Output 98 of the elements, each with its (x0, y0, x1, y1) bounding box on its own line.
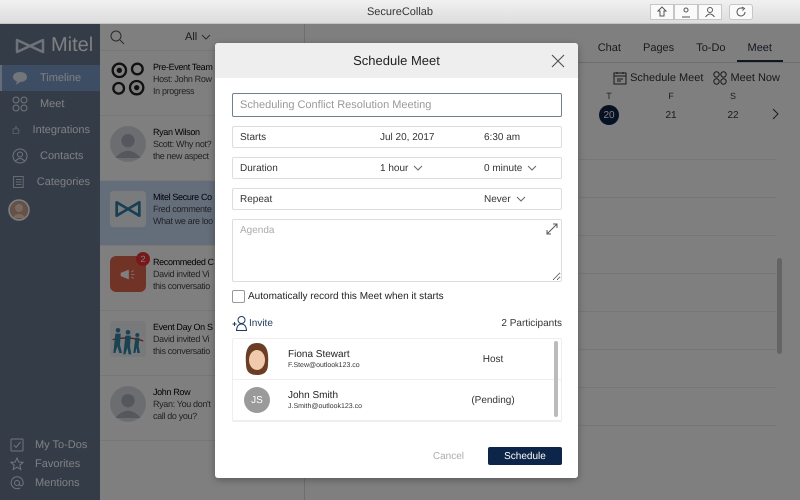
list-icon (12, 174, 25, 190)
chat-icon (12, 70, 28, 86)
conversation-title: Ryan Wilson (153, 126, 201, 138)
search-icon[interactable] (110, 30, 125, 44)
share-button[interactable] (650, 4, 674, 20)
close-icon[interactable] (551, 54, 565, 68)
next-icon[interactable] (772, 108, 780, 120)
caret-icon (413, 165, 424, 171)
schedule-button[interactable]: Schedule (488, 447, 562, 465)
tab[interactable]: Chat (586, 38, 632, 62)
sidebar-link[interactable]: Favorites (0, 454, 100, 473)
caret-icon (201, 34, 212, 40)
conversation-preview: Scott: Why not? (153, 138, 212, 150)
refresh-icon (735, 6, 747, 18)
person-avatar (110, 126, 146, 162)
conversation-preview: What we are loo (153, 215, 213, 227)
field-label: Starts (240, 132, 268, 142)
caret-icon (527, 165, 538, 171)
weekday-label: T (606, 91, 612, 101)
weekday-label: F (668, 91, 674, 101)
tab[interactable]: Pages (632, 38, 686, 62)
field-value: 6:30 am (484, 132, 520, 142)
conversation-preview: David invited Vi (153, 268, 210, 280)
schedule-meet-button[interactable]: Schedule Meet (613, 71, 704, 85)
sidebar-link[interactable]: My To-Dos (0, 435, 100, 454)
sidebar-item[interactable]: Integrations (0, 117, 100, 143)
participant-role: (Pending) (470, 394, 516, 406)
meeting-name-field[interactable]: Scheduling Conflict Resolution Meeting (232, 93, 562, 117)
form-row[interactable]: Starts Jul 20, 2017 6:30 am (232, 126, 562, 148)
dropdown[interactable]: 0 minute (484, 162, 538, 174)
record-button[interactable] (674, 4, 698, 20)
tab[interactable]: To-Do (685, 38, 737, 62)
conversation-preview: Fred commente (153, 203, 212, 215)
scrollbar[interactable] (777, 258, 782, 354)
checkbox[interactable] (232, 290, 245, 303)
conversation-title: John Row (153, 386, 192, 398)
sidebar-link[interactable]: Mentions (0, 473, 100, 492)
filter-dropdown[interactable]: All (185, 31, 212, 43)
person-button[interactable] (698, 4, 722, 20)
conversation-preview: this conversatio (153, 280, 211, 292)
participant-count: 2 Participants (501, 318, 562, 328)
scrollbar[interactable] (554, 341, 558, 417)
person-avatar (110, 386, 146, 422)
conversation-title: Event Day On S (153, 321, 213, 333)
calendar-icon (613, 71, 628, 85)
sidebar-item[interactable]: Contacts (0, 143, 100, 169)
meet-icon (12, 96, 28, 112)
contact-icon (12, 148, 28, 164)
unread-badge: 2 (136, 252, 150, 266)
circles-icon (110, 61, 146, 97)
field-label: Repeat (240, 194, 274, 204)
refresh-button[interactable] (729, 4, 753, 20)
form-row[interactable]: Repeat Never (232, 188, 562, 210)
star-icon (10, 456, 24, 470)
circles-icon (713, 71, 728, 85)
calendar-date[interactable]: 22 (723, 105, 743, 125)
conversation-title: Mitel Secure Co (153, 191, 213, 203)
conversation-title: Recommeded C (153, 256, 214, 268)
dialog-title: Schedule Meet (353, 53, 440, 68)
caret-icon (516, 196, 526, 202)
cancel-button[interactable]: Cancel (432, 450, 464, 462)
calendar-date[interactable]: 21 (661, 105, 681, 125)
tab[interactable]: Meet (736, 38, 783, 62)
sidebar-item[interactable]: Categories (0, 169, 100, 195)
upload-icon (656, 6, 668, 18)
conversation-preview: call do you? (153, 410, 198, 422)
conversation-preview: David invited Vi (153, 333, 210, 345)
invite-link[interactable]: Invite (232, 315, 273, 331)
calendar-date[interactable]: 20 (599, 105, 619, 125)
conversation-title: Pre-Event Team (153, 61, 212, 73)
person-icon (704, 6, 716, 18)
meet-now-button[interactable]: Meet Now (713, 71, 780, 85)
conversation-preview: Host: John Row (153, 73, 212, 85)
check-icon (10, 438, 24, 452)
conversation-preview: this conversatio (153, 345, 211, 357)
app-logo (110, 191, 146, 227)
person-avatar (244, 342, 270, 376)
agenda-field[interactable]: Agenda (232, 219, 562, 282)
expand-icon[interactable] (546, 223, 558, 235)
form-row[interactable]: Duration 1 hour 0 minute (232, 157, 562, 179)
record-icon (680, 6, 692, 18)
field-label: Duration (240, 162, 279, 174)
field-value: Jul 20, 2017 (380, 132, 436, 142)
dropdown[interactable]: Never (484, 194, 526, 204)
bow-icon (15, 38, 45, 54)
participant-role: Host (482, 354, 504, 364)
at-icon (10, 476, 24, 490)
add-person-icon (232, 315, 248, 331)
logo: Mitel (0, 24, 100, 65)
initials-avatar: JS (244, 387, 270, 413)
conversation-preview: the new aspect (153, 150, 210, 162)
window-title: SecureCollab (366, 6, 434, 18)
conversation-preview: Ryan: You don't (153, 398, 211, 410)
weekday-label: S (730, 91, 736, 101)
sidebar-item[interactable]: Meet (0, 91, 100, 117)
conversation-preview: In progress (153, 85, 196, 97)
dropdown[interactable]: 1 hour (380, 162, 484, 174)
megaphone-icon (119, 268, 137, 280)
